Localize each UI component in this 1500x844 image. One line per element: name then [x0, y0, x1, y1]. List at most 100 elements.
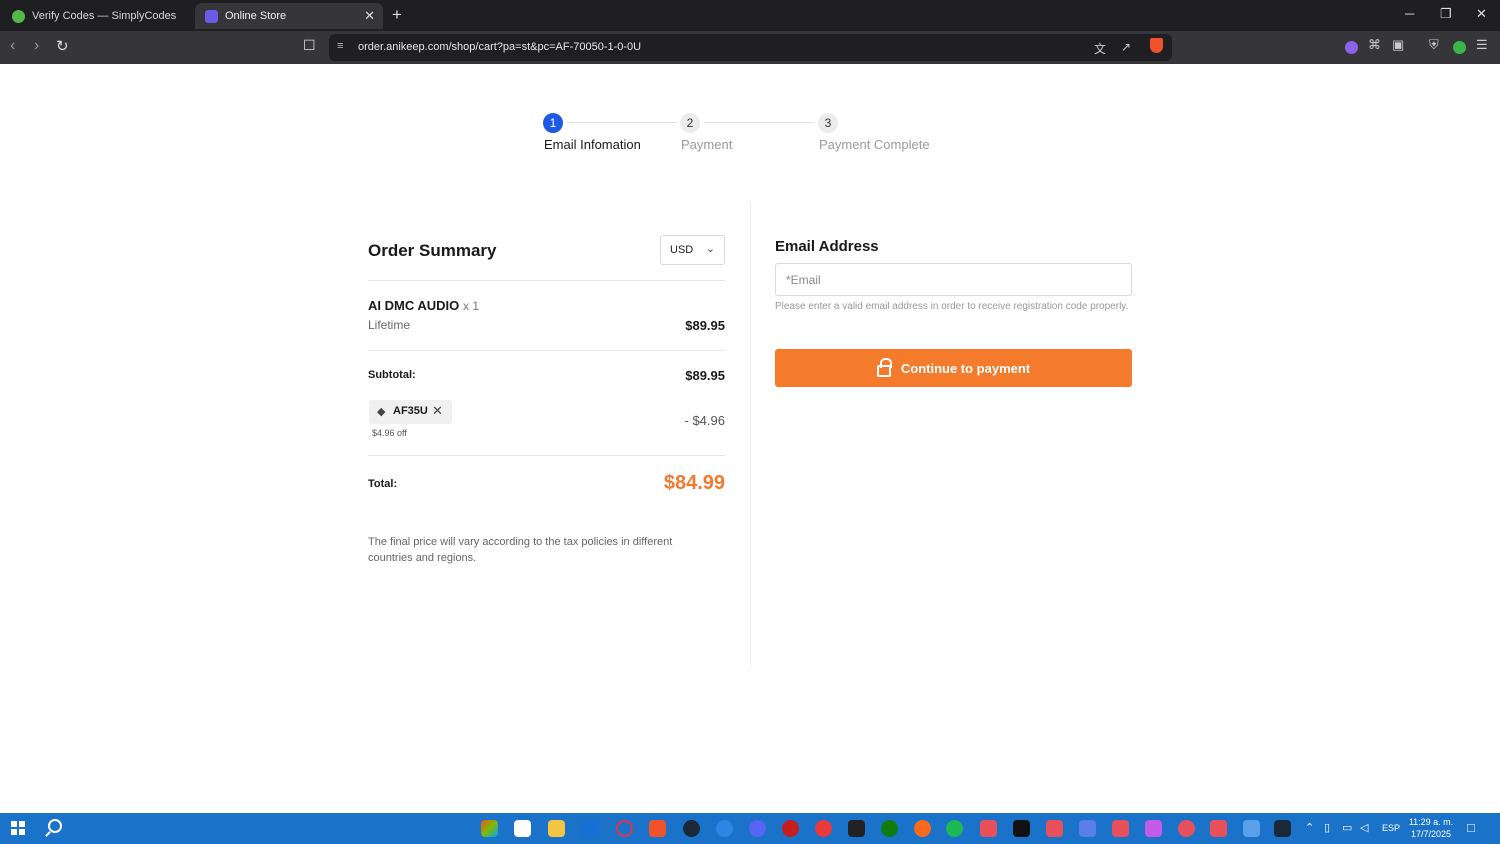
new-tab-button[interactable]: + — [392, 5, 402, 25]
app-icon[interactable] — [1046, 820, 1063, 837]
app-icon[interactable] — [815, 820, 832, 837]
xbox-app-icon[interactable] — [881, 820, 898, 837]
browser-nav-bar: ‹ › ↻ ☐ ≡ order.anikeep.com/shop/cart?pa… — [0, 31, 1500, 64]
microphone-icon[interactable]: ▯ — [1324, 821, 1330, 834]
opera-app-icon[interactable] — [616, 820, 633, 837]
app-icon[interactable] — [914, 820, 931, 837]
site-info-icon[interactable]: ≡ — [337, 40, 343, 52]
bookmark-icon[interactable]: ☐ — [303, 37, 316, 54]
app-icon[interactable] — [1178, 820, 1195, 837]
brave-app-icon[interactable] — [649, 820, 666, 837]
continue-button-label: Continue to payment — [900, 360, 1031, 376]
subtotal-label: Subtotal: — [368, 369, 416, 381]
spotify-app-icon[interactable] — [946, 820, 963, 837]
total-value: $84.99 — [663, 472, 725, 494]
email-section-title: Email Address — [775, 238, 879, 255]
tag-icon: ◆ — [377, 406, 386, 418]
reload-icon[interactable]: ↻ — [56, 37, 69, 55]
step-2-circle: 2 — [680, 113, 700, 133]
coupon-amount: - $4.96 — [684, 413, 725, 428]
remove-coupon-icon[interactable]: ✕ — [432, 403, 443, 419]
clock-time: 11:29 a. m. — [1408, 817, 1454, 827]
restore-button[interactable]: ❐ — [1440, 6, 1452, 22]
email-field[interactable] — [775, 263, 1132, 296]
step-3-label: Payment Complete — [819, 137, 930, 152]
back-icon[interactable]: ‹ — [10, 37, 15, 55]
app-icon[interactable] — [716, 820, 733, 837]
app-icon[interactable] — [1243, 820, 1260, 837]
brave-shields-icon[interactable] — [1150, 38, 1163, 53]
divider — [368, 350, 725, 351]
close-window-button[interactable]: ✕ — [1476, 6, 1487, 22]
currency-select[interactable]: USD ⌄ — [660, 235, 725, 265]
product-name: AI DMC AUDIO — [368, 298, 460, 313]
search-icon[interactable] — [48, 819, 62, 833]
step-connector — [704, 122, 814, 123]
sidebar-icon[interactable]: ▣ — [1392, 37, 1404, 53]
vpn-shield-icon[interactable]: ⛨ — [1429, 37, 1439, 53]
currency-value: USD — [670, 244, 694, 256]
url-text[interactable]: order.anikeep.com/shop/cart?pa=st&pc=AF-… — [358, 41, 641, 53]
app-icon[interactable] — [1210, 820, 1227, 837]
app-icon[interactable] — [980, 820, 997, 837]
app-icon[interactable] — [1145, 820, 1162, 837]
product-price: $89.95 — [685, 318, 725, 333]
file-explorer-app-icon[interactable] — [548, 820, 565, 837]
lock-icon — [876, 358, 892, 377]
language-indicator[interactable]: ESP — [1382, 823, 1400, 833]
copilot-app-icon[interactable] — [481, 820, 498, 837]
email-hint: Please enter a valid email address in or… — [775, 301, 1129, 312]
tray-chevron-up-icon[interactable]: ⌃ — [1305, 821, 1314, 834]
app-icon[interactable] — [782, 820, 799, 837]
translate-icon[interactable]: 文 — [1094, 40, 1106, 57]
tab-title: Verify Codes — SimplyCodes — [32, 10, 177, 22]
network-icon[interactable]: ▭ — [1342, 821, 1352, 834]
continue-to-payment-button[interactable]: Continue to payment — [775, 349, 1132, 387]
discord-app-icon[interactable] — [749, 820, 766, 837]
outlook-app-icon[interactable] — [582, 820, 599, 837]
tab-title: Online Store — [225, 10, 287, 22]
share-icon[interactable]: ↗ — [1121, 40, 1131, 54]
step-1-label: Email Infomation — [544, 137, 641, 152]
forward-icon[interactable]: › — [34, 37, 39, 55]
notifications-icon[interactable]: □ — [1467, 820, 1475, 835]
steam-app-icon[interactable] — [683, 820, 700, 837]
address-bar[interactable]: ≡ order.anikeep.com/shop/cart?pa=st&pc=A… — [329, 34, 1172, 61]
app-icon[interactable] — [1112, 820, 1129, 837]
clock[interactable]: 11:29 a. m. 17/7/2025 — [1404, 816, 1458, 840]
app-icon[interactable] — [1079, 820, 1096, 837]
epic-games-app-icon[interactable] — [848, 820, 865, 837]
extension-icon[interactable] — [1345, 41, 1358, 54]
step-3-circle: 3 — [818, 113, 838, 133]
product-quantity: x 1 — [463, 299, 480, 313]
chevron-down-icon: ⌄ — [705, 243, 715, 255]
extensions-puzzle-icon[interactable]: ⌘ — [1368, 37, 1381, 53]
volume-icon[interactable]: ◁ — [1360, 821, 1368, 834]
tab-online-store[interactable]: Online Store ✕ — [195, 3, 383, 29]
total-label: Total: — [368, 478, 398, 490]
simplycodes-favicon-icon — [12, 9, 25, 23]
column-divider — [750, 203, 751, 668]
coupon-discount-text: $4.96 off — [372, 428, 407, 438]
coupon-chip: ◆ AF35U ✕ — [369, 400, 452, 424]
windows-start-icon[interactable] — [11, 821, 25, 835]
app-icon[interactable] — [1013, 820, 1030, 837]
ms-store-app-icon[interactable] — [514, 820, 531, 837]
close-tab-icon[interactable]: ✕ — [364, 8, 375, 24]
browser-tab-strip: Verify Codes — SimplyCodes Online Store … — [0, 0, 1500, 31]
tab-verify-codes[interactable]: Verify Codes — SimplyCodes — [2, 3, 192, 29]
minimize-button[interactable]: ─ — [1405, 6, 1414, 21]
coupon-code: AF35U — [393, 405, 428, 417]
steam-app-icon[interactable] — [1274, 820, 1291, 837]
taskbar: ⌃ ▯ ▭ ◁ ESP 11:29 a. m. 17/7/2025 □ — [0, 813, 1500, 844]
divider — [368, 280, 725, 281]
product-plan: Lifetime — [368, 318, 411, 332]
divider — [368, 455, 725, 456]
step-connector — [567, 122, 677, 123]
menu-icon[interactable]: ☰ — [1476, 37, 1488, 53]
tax-note: The final price will vary according to t… — [368, 536, 673, 564]
step-2-label: Payment — [681, 137, 733, 152]
wallet-icon[interactable] — [1453, 41, 1466, 54]
store-favicon-icon — [205, 9, 218, 23]
subtotal-value: $89.95 — [685, 368, 725, 383]
